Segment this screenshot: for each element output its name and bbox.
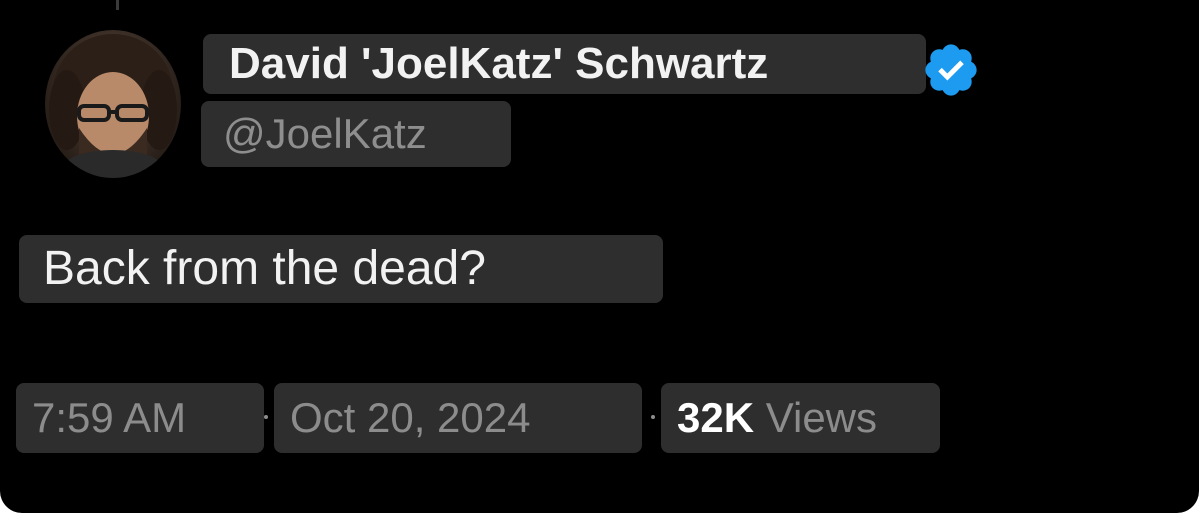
post-text: Back from the dead? [19,235,663,303]
author-display-name[interactable]: David 'JoelKatz' Schwartz [203,34,926,94]
views-label: Views [765,394,878,441]
author-handle[interactable]: @JoelKatz [201,101,511,167]
separator-dot [264,415,268,419]
post-date[interactable]: Oct 20, 2024 [274,383,642,453]
thread-line [116,0,119,10]
verified-badge-icon [925,44,977,96]
post-time[interactable]: 7:59 AM [16,383,264,453]
views-count: 32K [677,394,755,441]
post-views[interactable]: 32K Views [661,383,940,453]
separator-dot [651,415,655,419]
post-card: David 'JoelKatz' Schwartz @JoelKatz Back… [0,0,1199,513]
avatar[interactable] [45,30,181,178]
